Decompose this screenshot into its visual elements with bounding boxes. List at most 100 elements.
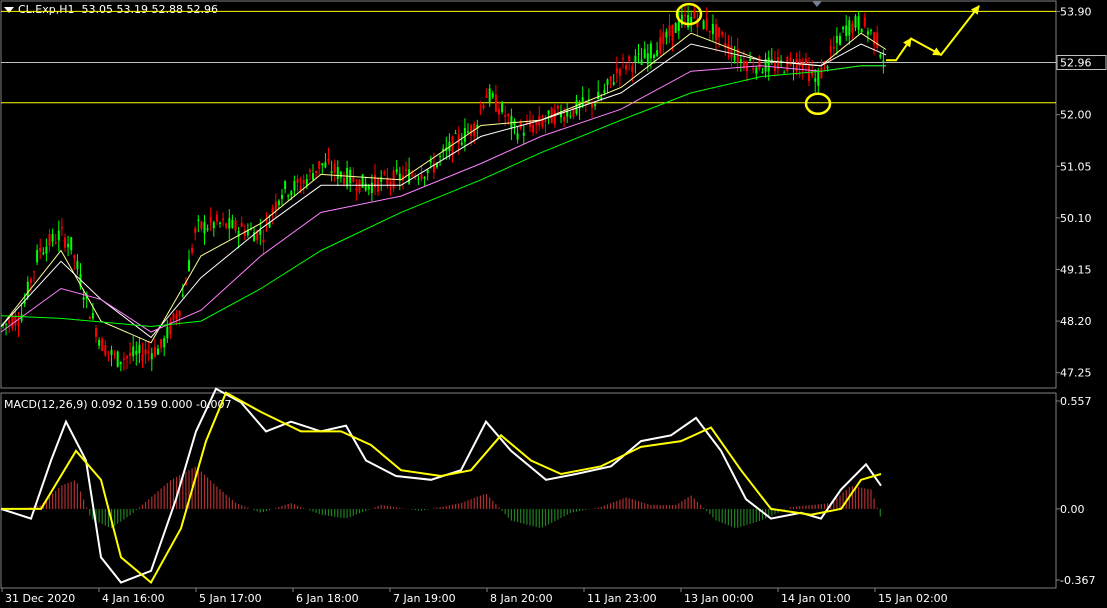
macd-axis-label: -0.367 — [1060, 574, 1095, 587]
macd-signal-line — [1, 391, 882, 585]
candle-body — [479, 110, 482, 112]
candle-body — [222, 218, 225, 221]
candle-body — [671, 24, 674, 41]
candle-body — [708, 30, 711, 33]
candle-body — [284, 181, 287, 190]
candle-body — [547, 110, 550, 115]
candle-body — [82, 297, 85, 300]
candle-body — [454, 133, 457, 135]
macd-main-line — [0, 387, 882, 584]
time-axis-label: 6 Jan 18:00 — [296, 592, 359, 605]
candle-body — [460, 142, 463, 145]
candle-body — [17, 323, 20, 326]
candle-body — [668, 25, 671, 37]
candle-body — [113, 353, 116, 355]
candle-body — [504, 115, 507, 117]
candle-body — [829, 46, 832, 53]
candle-body — [863, 17, 866, 27]
time-axis-label: 5 Jan 17:00 — [199, 592, 262, 605]
candle-body — [408, 169, 411, 184]
candle-body — [42, 252, 45, 255]
candle-body — [395, 169, 398, 173]
price-chart[interactable]: 53.90 52.96 52.00 51.05 50.10 49.15 48.20 47.25… — [0, 0, 1107, 608]
candle-body — [277, 200, 280, 206]
candle-body — [132, 346, 135, 357]
candle-body — [463, 128, 466, 142]
candle-body — [715, 24, 717, 41]
candle-body — [575, 100, 578, 114]
candle-body — [200, 221, 203, 229]
candle-body — [296, 178, 299, 183]
candle-body — [293, 181, 296, 191]
candle-body — [643, 49, 646, 59]
candle-body — [129, 352, 132, 357]
candle-body — [163, 338, 166, 348]
time-axis-label: 13 Jan 00:00 — [684, 592, 754, 605]
candle-body — [674, 23, 677, 33]
price-axis-label: 48.20 — [1060, 315, 1092, 328]
candle-body — [820, 67, 823, 79]
candle-body — [119, 361, 122, 365]
candle-body — [231, 219, 234, 228]
candle-body — [122, 358, 125, 360]
candle-body — [181, 294, 184, 297]
candle-body — [467, 131, 469, 133]
forecast-arrowhead — [932, 47, 943, 56]
price-axis-label: 52.96 — [1060, 56, 1092, 69]
candle-body — [315, 170, 318, 173]
candle-body — [637, 53, 640, 55]
scroll-marker-icon — [812, 1, 822, 7]
candle-body — [312, 173, 314, 180]
candle-body — [101, 338, 104, 352]
price-axis-label: 49.15 — [1060, 263, 1092, 276]
candle-body — [420, 174, 423, 180]
candle-body — [439, 156, 442, 158]
candle-body — [228, 218, 231, 229]
candle-body — [606, 79, 609, 86]
candle-body — [628, 56, 631, 62]
candle-body — [57, 230, 60, 241]
candle-body — [383, 172, 386, 174]
candle-body — [501, 102, 504, 113]
candle-body — [659, 37, 662, 54]
candle-body — [612, 82, 615, 85]
forecast-arrow-path — [886, 5, 980, 62]
candle-body — [522, 132, 525, 136]
candle-body — [842, 26, 845, 30]
candle-body — [684, 14, 686, 17]
candle-body — [811, 70, 814, 76]
candle-body — [634, 55, 637, 63]
time-axis-label: 14 Jan 01:00 — [781, 592, 851, 605]
candle-body — [860, 28, 863, 33]
candle-body — [705, 18, 708, 30]
candle-body — [262, 239, 265, 243]
candle-body — [798, 59, 801, 67]
price-axis-label: 50.10 — [1060, 212, 1092, 225]
candle-body — [457, 134, 460, 144]
candle-body — [95, 328, 97, 337]
candle-body — [653, 55, 655, 58]
candle-body — [405, 169, 407, 172]
candle-body — [212, 222, 215, 229]
candle-body — [498, 108, 500, 115]
candle-body — [665, 31, 668, 38]
candle-body — [73, 255, 76, 259]
candle-body — [191, 247, 194, 253]
candle-body — [702, 20, 705, 29]
candle-body — [730, 45, 733, 58]
candle-body — [346, 167, 349, 187]
candle-body — [488, 88, 491, 103]
time-axis-label: 15 Jan 02:00 — [878, 592, 948, 605]
candle-body — [808, 66, 810, 82]
candle-body — [206, 228, 209, 230]
candle-body — [67, 243, 70, 248]
time-axis-label: 7 Jan 19:00 — [393, 592, 456, 605]
candle-body — [45, 246, 48, 254]
candle-body — [711, 23, 714, 35]
candle-body — [188, 259, 190, 272]
price-axis-label: 53.90 — [1060, 5, 1092, 18]
macd-axis-label: 0.557 — [1060, 395, 1092, 408]
candle-body — [755, 67, 758, 74]
candle-body — [234, 220, 237, 231]
candle-body — [157, 348, 159, 355]
